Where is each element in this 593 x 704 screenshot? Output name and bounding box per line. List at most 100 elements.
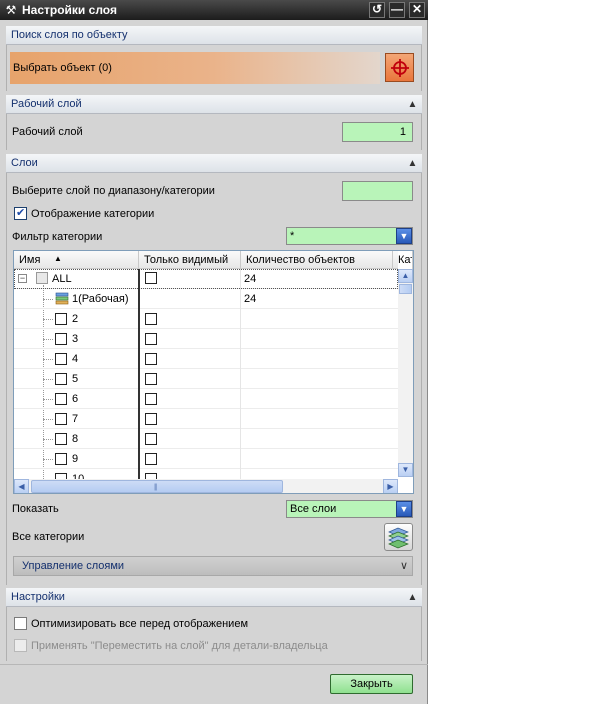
visible-only-checkbox[interactable] xyxy=(145,272,157,284)
table-header: Имя ▲ Только видимый Количество объектов… xyxy=(14,251,413,269)
section-settings-body xyxy=(6,607,422,661)
collapse-icon[interactable]: ▲ xyxy=(405,156,420,171)
category-filter-select[interactable]: * ▼ xyxy=(286,227,413,245)
row-name: 6 xyxy=(72,393,79,405)
row-count: 24 xyxy=(244,293,257,305)
column-divider xyxy=(240,289,241,309)
table-row[interactable]: 7 xyxy=(14,409,398,429)
column-header-visible-only[interactable]: Только видимый xyxy=(139,251,241,269)
visible-only-checkbox[interactable] xyxy=(145,433,157,445)
column-divider xyxy=(240,429,241,449)
optimize-checkbox[interactable] xyxy=(14,617,27,630)
reset-button[interactable]: ↺ xyxy=(369,2,385,18)
show-select[interactable]: Все слои ▼ xyxy=(286,500,413,518)
chevron-down-icon[interactable]: ▼ xyxy=(396,228,412,244)
minimize-button[interactable]: — xyxy=(389,2,405,18)
visible-only-checkbox[interactable] xyxy=(145,333,157,345)
all-categories-button[interactable] xyxy=(384,523,413,551)
range-category-input[interactable] xyxy=(342,181,413,201)
work-layer-input[interactable]: 1 xyxy=(342,122,413,142)
row-name: 4 xyxy=(72,353,79,365)
manage-layers-bar[interactable]: Управление слоями ∨ xyxy=(13,556,413,576)
column-name-label: Имя xyxy=(19,254,41,266)
column-divider xyxy=(138,289,140,309)
section-find-layer-title: Поиск слоя по объекту xyxy=(11,29,128,41)
layer-checkbox[interactable] xyxy=(55,453,67,465)
layer-checkbox[interactable] xyxy=(55,413,67,425)
horizontal-scroll-thumb[interactable]: ||| xyxy=(31,480,283,493)
scroll-right-icon[interactable]: ▶ xyxy=(383,479,398,493)
collapse-tree-icon[interactable]: − xyxy=(18,274,27,283)
row-name: 7 xyxy=(72,413,79,425)
visible-only-checkbox[interactable] xyxy=(145,373,157,385)
column-header-name[interactable]: Имя ▲ xyxy=(14,251,139,269)
table-row[interactable]: 1(Рабочая) 24 xyxy=(14,289,398,309)
select-object-label: Выбрать объект (0) xyxy=(13,62,112,74)
table-row[interactable]: 2 xyxy=(14,309,398,329)
visible-only-checkbox[interactable] xyxy=(145,353,157,365)
layer-checkbox[interactable] xyxy=(55,353,67,365)
section-work-layer-header[interactable]: Рабочий слой ▲ xyxy=(6,95,422,114)
section-layers-header[interactable]: Слои ▲ xyxy=(6,154,422,173)
layer-checkbox[interactable] xyxy=(55,433,67,445)
apply-move-label: Применять "Переместить на слой" для дета… xyxy=(31,640,328,652)
close-button[interactable]: Закрыть xyxy=(330,674,413,694)
horizontal-scrollbar[interactable]: ◀ ||| ▶ xyxy=(14,479,398,493)
layer-checkbox[interactable] xyxy=(55,333,67,345)
visible-only-checkbox[interactable] xyxy=(145,393,157,405)
layers-table[interactable]: Имя ▲ Только видимый Количество объектов… xyxy=(13,250,414,494)
layer-stack-icon xyxy=(388,527,409,549)
work-layer-value: 1 xyxy=(399,126,406,138)
section-find-layer-header[interactable]: Поиск слоя по объекту xyxy=(6,26,422,45)
tree-connector xyxy=(43,399,53,400)
collapse-icon[interactable]: ▲ xyxy=(405,97,420,112)
select-object-field[interactable]: Выбрать объект (0) xyxy=(10,52,380,84)
tree-connector xyxy=(43,339,53,340)
show-categories-checkbox[interactable] xyxy=(14,206,27,220)
table-row[interactable]: 6 xyxy=(14,389,398,409)
vertical-scroll-thumb[interactable] xyxy=(399,284,412,294)
column-divider xyxy=(138,449,140,469)
layer-checkbox[interactable] xyxy=(55,373,67,385)
layer-folder-icon xyxy=(36,272,48,284)
collapse-icon[interactable]: ▲ xyxy=(405,590,420,605)
visible-only-checkbox[interactable] xyxy=(145,413,157,425)
table-row[interactable]: 4 xyxy=(14,349,398,369)
show-value: Все слои xyxy=(290,503,337,515)
optimize-label: Оптимизировать все перед отображением xyxy=(31,618,249,630)
scroll-up-icon[interactable]: ▲ xyxy=(398,269,413,283)
layer-settings-dialog: ⚒ Настройки слоя ↺ — ✕ Поиск слоя по объ… xyxy=(0,0,428,704)
visible-only-checkbox[interactable] xyxy=(145,453,157,465)
column-divider xyxy=(240,409,241,429)
row-name: 1(Рабочая) xyxy=(72,293,129,305)
tree-connector xyxy=(43,419,53,420)
table-row[interactable]: − ALL 24 xyxy=(14,269,398,289)
footer-divider xyxy=(0,664,428,665)
visible-only-checkbox[interactable] xyxy=(145,313,157,325)
chevron-down-icon[interactable]: ▼ xyxy=(396,501,412,517)
scroll-left-icon[interactable]: ◀ xyxy=(14,479,29,493)
vertical-scrollbar[interactable]: ▲ ▼ xyxy=(398,269,413,477)
chevron-down-icon[interactable]: ∨ xyxy=(400,559,408,572)
column-divider xyxy=(138,309,140,329)
row-name: 2 xyxy=(72,313,79,325)
section-settings-header[interactable]: Настройки ▲ xyxy=(6,588,422,607)
column-divider xyxy=(240,269,241,289)
scroll-down-icon[interactable]: ▼ xyxy=(398,463,413,477)
layer-checkbox[interactable] xyxy=(55,313,67,325)
table-row[interactable]: 3 xyxy=(14,329,398,349)
column-divider xyxy=(138,409,140,429)
column-divider xyxy=(240,329,241,349)
category-filter-label: Фильтр категории xyxy=(12,231,103,243)
column-header-object-count[interactable]: Количество объектов xyxy=(241,251,393,269)
table-row[interactable]: 8 xyxy=(14,429,398,449)
layer-checkbox[interactable] xyxy=(55,393,67,405)
section-work-layer-title: Рабочий слой xyxy=(11,98,82,110)
column-header-category[interactable]: Кат xyxy=(393,251,413,269)
select-object-button[interactable] xyxy=(385,53,414,82)
window-title: Настройки слоя xyxy=(22,3,117,17)
close-window-button[interactable]: ✕ xyxy=(409,2,425,18)
row-name: 9 xyxy=(72,453,79,465)
table-row[interactable]: 9 xyxy=(14,449,398,469)
table-row[interactable]: 5 xyxy=(14,369,398,389)
